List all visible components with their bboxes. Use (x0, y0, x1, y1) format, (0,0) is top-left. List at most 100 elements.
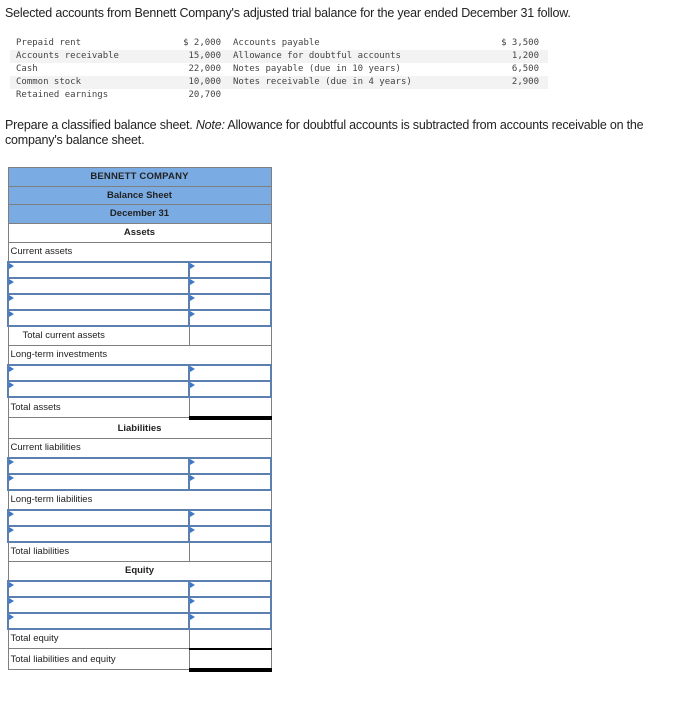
long-term-investments-label: Long-term investments (7, 344, 272, 365)
amount-input[interactable] (188, 472, 272, 491)
dropdown-flag-icon (190, 581, 195, 588)
investment-row (7, 363, 272, 382)
amount-input[interactable] (188, 379, 272, 398)
equity-row (7, 611, 272, 630)
instruction-main: Prepare a classified balance sheet. (5, 118, 196, 132)
dropdown-flag-icon (190, 613, 195, 620)
total-equity-label: Total equity (7, 628, 190, 649)
amount-input[interactable] (188, 524, 272, 543)
dropdown-flag-icon (190, 365, 195, 372)
equity-row (7, 595, 272, 614)
account-dropdown[interactable] (7, 292, 190, 311)
account-dropdown[interactable] (7, 595, 190, 614)
dropdown-flag-icon (9, 526, 14, 533)
amount-input[interactable] (188, 579, 272, 598)
account-dropdown[interactable] (7, 611, 190, 630)
account-amount: 1,200 (511, 51, 539, 61)
dropdown-flag-icon (9, 581, 14, 588)
account-dropdown[interactable] (7, 508, 190, 527)
dropdown-flag-icon (9, 597, 14, 604)
dropdown-flag-icon (9, 365, 14, 372)
account-dropdown[interactable] (7, 379, 190, 398)
current-asset-row (7, 276, 272, 295)
account-dropdown[interactable] (7, 472, 190, 491)
trial-balance-row: Cash 22,000 Notes payable (due in 10 yea… (10, 63, 548, 76)
account-dropdown[interactable] (7, 308, 190, 327)
balance-sheet-worksheet: BENNETT COMPANY Balance Sheet December 3… (7, 167, 272, 672)
amount-input[interactable] (188, 595, 272, 614)
dropdown-flag-icon (9, 458, 14, 465)
total-liabilities-equity-input[interactable] (188, 647, 272, 672)
account-dropdown[interactable] (7, 579, 190, 598)
account-name: Retained earnings (16, 90, 109, 100)
account-name: Prepaid rent (16, 38, 82, 48)
amount-input[interactable] (188, 260, 272, 279)
dropdown-flag-icon (190, 526, 195, 533)
account-amount: 6,500 (511, 64, 539, 74)
dropdown-flag-icon (9, 294, 14, 301)
header-row: BENNETT COMPANY (7, 167, 272, 187)
account-amount: 15,000 (188, 51, 221, 61)
liabilities-heading: Liabilities (7, 417, 272, 439)
instruction-text: Prepare a classified balance sheet. Note… (5, 118, 690, 148)
total-liabilities-equity-label: Total liabilities and equity (7, 648, 190, 670)
current-asset-row (7, 292, 272, 311)
trial-balance-row: Retained earnings 20,700 (10, 89, 548, 102)
account-dropdown[interactable] (7, 456, 190, 475)
long-term-liability-row (7, 524, 272, 543)
current-asset-row (7, 308, 272, 327)
current-liabilities-label: Current liabilities (7, 437, 272, 458)
statement-title: Balance Sheet (7, 185, 272, 205)
total-assets-label: Total assets (7, 396, 190, 418)
account-name: Notes receivable (due in 4 years) (233, 77, 412, 87)
amount-input[interactable] (188, 363, 272, 382)
account-name: Notes payable (due in 10 years) (233, 64, 401, 74)
account-name: Accounts payable (233, 38, 320, 48)
total-current-assets-label: Total current assets (7, 325, 190, 346)
dropdown-flag-icon (190, 278, 195, 285)
dropdown-flag-icon (9, 381, 14, 388)
trial-balance-row: Prepaid rent $ 2,000 Accounts payable $ … (10, 37, 548, 50)
dropdown-flag-icon (190, 310, 195, 317)
total-equity-input[interactable] (188, 627, 272, 649)
account-name: Allowance for doubtful accounts (233, 51, 401, 61)
dropdown-flag-icon (9, 474, 14, 481)
amount-input[interactable] (188, 276, 272, 295)
amount-input[interactable] (188, 292, 272, 311)
amount-input[interactable] (188, 308, 272, 327)
investment-row (7, 379, 272, 398)
dropdown-flag-icon (190, 381, 195, 388)
trial-balance-table: Prepaid rent $ 2,000 Accounts payable $ … (10, 37, 548, 102)
account-amount: 22,000 (188, 64, 221, 74)
account-amount: 10,000 (188, 77, 221, 87)
current-assets-label: Current assets (7, 241, 272, 262)
account-dropdown[interactable] (7, 260, 190, 279)
dropdown-flag-icon (190, 510, 195, 517)
dropdown-flag-icon (9, 510, 14, 517)
amount-input[interactable] (188, 611, 272, 630)
dropdown-flag-icon (9, 262, 14, 269)
account-name: Accounts receivable (16, 51, 119, 61)
account-dropdown[interactable] (7, 524, 190, 543)
dropdown-flag-icon (9, 613, 14, 620)
current-liability-row (7, 456, 272, 475)
intro-text: Selected accounts from Bennett Company's… (5, 6, 571, 20)
total-liabilities-input[interactable] (188, 540, 272, 562)
equity-heading: Equity (7, 560, 272, 581)
statement-date: December 31 (7, 204, 272, 224)
dropdown-flag-icon (190, 474, 195, 481)
dropdown-flag-icon (9, 278, 14, 285)
dropdown-flag-icon (190, 294, 195, 301)
account-amount: $ 2,000 (183, 38, 221, 48)
trial-balance-row: Accounts receivable 15,000 Allowance for… (10, 50, 548, 63)
account-dropdown[interactable] (7, 276, 190, 295)
dropdown-flag-icon (9, 310, 14, 317)
total-current-assets-input[interactable] (188, 324, 272, 346)
dropdown-flag-icon (190, 458, 195, 465)
total-assets-input[interactable] (188, 395, 272, 420)
amount-input[interactable] (188, 456, 272, 475)
current-asset-row (7, 260, 272, 279)
amount-input[interactable] (188, 508, 272, 527)
account-dropdown[interactable] (7, 363, 190, 382)
dropdown-flag-icon (190, 262, 195, 269)
